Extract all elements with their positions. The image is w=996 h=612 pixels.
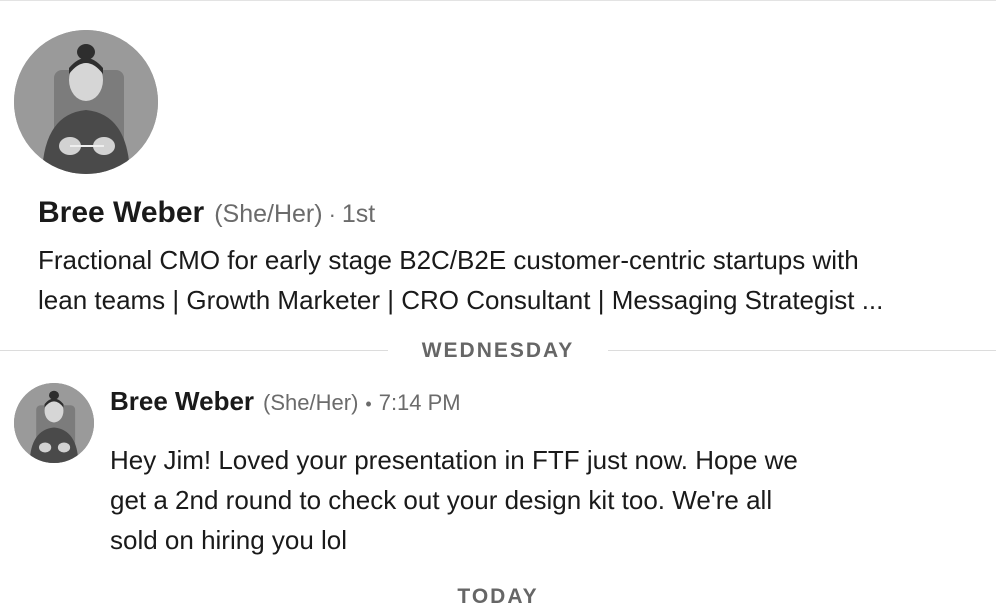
separator-dot: •	[365, 394, 372, 414]
profile-pronouns: (She/Her)	[214, 200, 323, 228]
profile-headline-line: Fractional CMO for early stage B2C/B2E c…	[38, 245, 859, 275]
message-sender-pronouns: (She/Her)	[263, 390, 359, 415]
profile-photo	[14, 30, 158, 174]
message-body-line: sold on hiring you lol	[110, 525, 348, 555]
message-body-line: get a 2nd round to check out your design…	[110, 485, 773, 515]
profile-name[interactable]: Bree Weber	[38, 196, 204, 230]
message-header: Bree Weber (She/Her) • 7:14 PM	[110, 386, 461, 422]
profile-headline-line: lean teams | Growth Marketer | CRO Consu…	[38, 285, 884, 315]
message-avatar[interactable]	[14, 383, 94, 463]
message-body: Hey Jim! Loved your presentation in FTF …	[110, 440, 910, 560]
message-sender-photo	[14, 383, 94, 463]
profile-name-row: Bree Weber (She/Her) · 1st	[38, 196, 375, 236]
message-sender-name[interactable]: Bree Weber	[110, 386, 254, 417]
top-divider-line	[0, 0, 996, 1]
separator-dot: ·	[328, 202, 336, 227]
date-divider-wednesday: WEDNESDAY	[0, 336, 996, 366]
connection-degree: 1st	[341, 200, 376, 228]
date-divider-today: TODAY	[0, 582, 996, 612]
message-body-line: Hey Jim! Loved your presentation in FTF …	[110, 445, 798, 475]
date-label: TODAY	[457, 585, 539, 608]
message-timestamp: 7:14 PM	[378, 390, 461, 415]
profile-avatar[interactable]	[14, 30, 158, 174]
date-label: WEDNESDAY	[421, 339, 575, 362]
profile-headline: Fractional CMO for early stage B2C/B2E c…	[38, 240, 978, 320]
